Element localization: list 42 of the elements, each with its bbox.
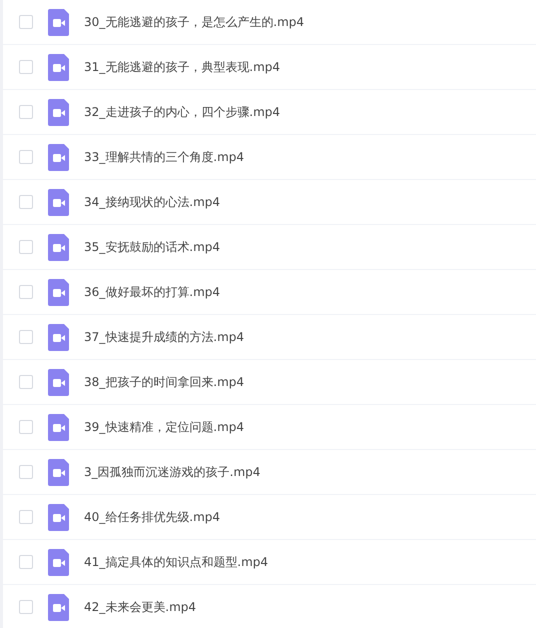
video-file-icon <box>48 278 69 306</box>
file-name[interactable]: 40_给任务排优先级.mp4 <box>84 508 220 526</box>
checkbox[interactable] <box>19 420 33 434</box>
file-name[interactable]: 35_安抚鼓励的话术.mp4 <box>84 238 220 256</box>
file-name[interactable]: 31_无能逃避的孩子，典型表现.mp4 <box>84 58 280 76</box>
file-name[interactable]: 39_快速精准，定位问题.mp4 <box>84 418 244 436</box>
video-file-icon <box>48 98 69 126</box>
checkbox[interactable] <box>19 510 33 524</box>
checkbox[interactable] <box>19 285 33 299</box>
video-file-icon <box>48 504 69 530</box>
video-file-icon <box>48 548 69 576</box>
file-name[interactable]: 38_把孩子的时间拿回来.mp4 <box>84 374 244 390</box>
file-name[interactable]: 34_接纳现状的心法.mp4 <box>84 194 220 210</box>
file-name[interactable]: 30_无能逃避的孩子，是怎么产生的.mp4 <box>84 14 304 30</box>
video-file-icon <box>48 54 69 80</box>
video-file-icon <box>48 8 69 36</box>
checkbox[interactable] <box>19 375 33 389</box>
checkbox[interactable] <box>19 105 33 119</box>
video-file-icon <box>48 368 69 396</box>
checkbox[interactable] <box>19 195 33 209</box>
file-name[interactable]: 36_做好最坏的打算.mp4 <box>84 284 220 300</box>
file-name[interactable]: 33_理解共情的三个角度.mp4 <box>84 148 244 166</box>
file-name[interactable]: 3_因孤独而沉迷游戏的孩子.mp4 <box>84 464 260 480</box>
video-file-icon <box>48 594 69 620</box>
checkbox[interactable] <box>19 150 33 164</box>
video-file-icon <box>48 324 69 350</box>
video-file-icon <box>48 234 69 260</box>
checkbox[interactable] <box>19 600 33 614</box>
video-file-icon <box>48 458 69 486</box>
checkbox[interactable] <box>19 240 33 254</box>
file-name[interactable]: 42_未来会更美.mp4 <box>84 598 196 616</box>
file-name[interactable]: 37_快速提升成绩的方法.mp4 <box>84 328 244 346</box>
checkbox[interactable] <box>19 15 33 29</box>
file-name[interactable]: 41_搞定具体的知识点和题型.mp4 <box>84 554 268 570</box>
checkbox[interactable] <box>19 60 33 74</box>
video-file-icon <box>48 144 69 170</box>
checkbox[interactable] <box>19 330 33 344</box>
checkbox[interactable] <box>19 555 33 569</box>
checkbox[interactable] <box>19 465 33 479</box>
video-file-icon <box>48 188 69 216</box>
file-name[interactable]: 32_走进孩子的内心，四个步骤.mp4 <box>84 104 280 120</box>
video-file-icon <box>48 414 69 440</box>
